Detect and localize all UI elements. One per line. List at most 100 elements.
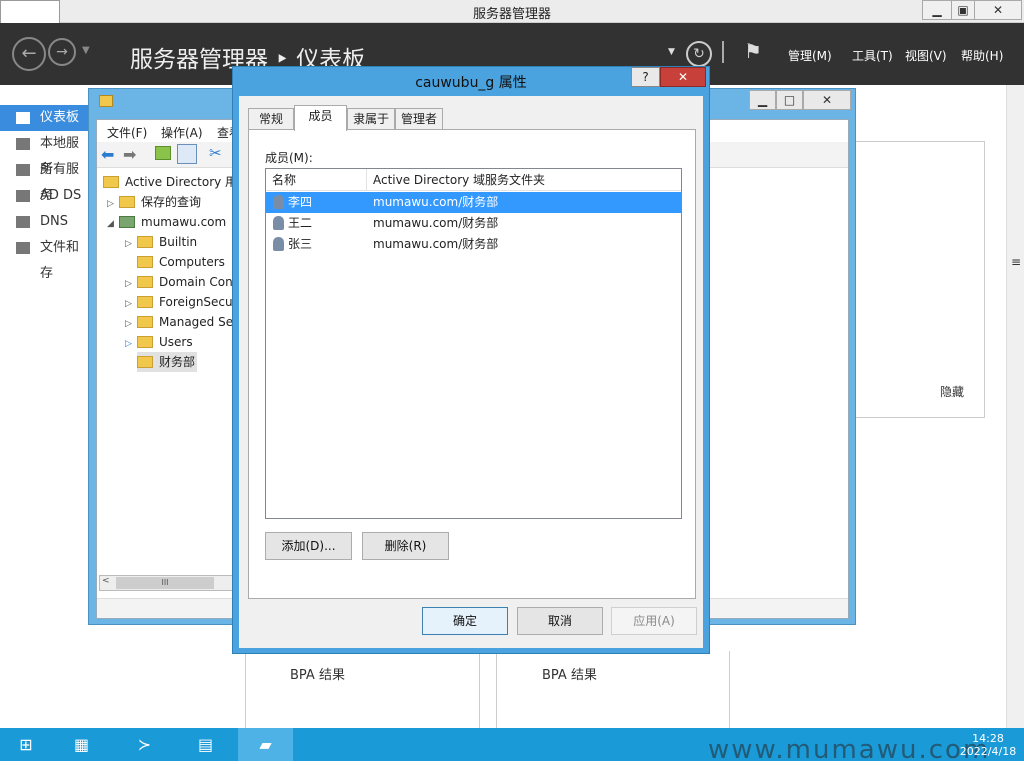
expand-icon[interactable]: ▷: [125, 314, 137, 334]
tree-computers[interactable]: Computers: [137, 252, 225, 272]
member-name-cell: 王二: [273, 213, 312, 234]
bpa-results-1[interactable]: BPA 结果: [290, 664, 345, 683]
dns-icon: [16, 216, 30, 228]
folder-icon: [137, 236, 153, 248]
expand-icon[interactable]: ▷: [125, 334, 137, 354]
expand-icon[interactable]: ▷: [125, 234, 137, 254]
dropdown-icon[interactable]: ▼: [668, 47, 675, 57]
aduc-taskbar-icon[interactable]: ▰: [238, 728, 293, 761]
bpa-results-2[interactable]: BPA 结果: [542, 664, 597, 683]
dialog-close-button[interactable]: ✕: [660, 67, 706, 87]
aduc-minimize-button[interactable]: ▁: [749, 90, 776, 110]
column-folder[interactable]: Active Directory 域服务文件夹: [367, 169, 681, 191]
column-name[interactable]: 名称: [266, 169, 367, 191]
nav-dns[interactable]: DNS: [0, 209, 90, 235]
close-button[interactable]: ✕: [974, 0, 1022, 20]
menu-action[interactable]: 操作(A): [161, 124, 203, 141]
tree-finance-ou[interactable]: 财务部: [137, 352, 198, 372]
nav-ad-ds[interactable]: AD DS: [0, 183, 90, 209]
tree-domain-controllers[interactable]: ▷ Domain Con: [125, 272, 233, 292]
separator: [722, 41, 724, 63]
tree-managed-service[interactable]: ▷ Managed Se: [125, 312, 233, 332]
nav-local-server[interactable]: 本地服务: [0, 131, 90, 177]
clock-time: 14:28: [972, 732, 1004, 745]
nav-all-servers[interactable]: 所有服务: [0, 157, 90, 203]
ok-button[interactable]: 确定: [422, 607, 508, 635]
apply-button[interactable]: 应用(A): [611, 607, 697, 635]
tree-horizontal-scrollbar[interactable]: < III: [99, 575, 239, 591]
list-row[interactable]: 王二 mumawu.com/财务部: [266, 213, 681, 234]
ou-folder-icon: [137, 276, 153, 288]
taskbar-clock[interactable]: 14:28 2022/4/18: [958, 732, 1018, 758]
add-member-button[interactable]: 添加(D)...: [265, 532, 352, 560]
member-folder-cell: mumawu.com/财务部: [373, 195, 499, 209]
expand-icon[interactable]: ▷: [125, 294, 137, 314]
collapse-icon[interactable]: ◢: [107, 214, 119, 234]
window-title: 服务器管理器: [472, 7, 551, 22]
members-label: 成员(M):: [265, 151, 313, 165]
refresh-icon[interactable]: ↻: [686, 41, 712, 67]
aduc-close-button[interactable]: ✕: [803, 90, 851, 110]
dashboard-icon: [16, 112, 30, 124]
nav-dashboard[interactable]: 仪表板: [0, 105, 90, 131]
scroll-left-icon[interactable]: <: [102, 576, 110, 586]
restore-button[interactable]: ▣: [951, 0, 975, 20]
local-server-icon: [16, 138, 30, 150]
tab-members[interactable]: 成员: [294, 105, 347, 131]
cut-icon[interactable]: ✂: [209, 144, 222, 162]
forward-icon[interactable]: →: [48, 38, 76, 66]
back-arrow-icon[interactable]: ⬅: [101, 145, 114, 164]
aduc-maximize-button[interactable]: □: [776, 90, 803, 110]
expand-icon[interactable]: ▷: [107, 194, 119, 214]
user-icon: [273, 195, 284, 209]
start-windows-icon[interactable]: ⊞: [0, 728, 52, 761]
menu-help[interactable]: 帮助(H): [961, 47, 1003, 64]
tree-users[interactable]: ▷ Users: [125, 332, 193, 352]
tree-builtin[interactable]: ▷ Builtin: [125, 232, 197, 252]
show-console-tree-icon[interactable]: [177, 144, 197, 164]
cancel-button[interactable]: 取消: [517, 607, 603, 635]
tab-general[interactable]: 常规: [248, 108, 294, 130]
history-dropdown-icon[interactable]: ▼: [82, 45, 90, 56]
bpa-area: [245, 651, 730, 728]
member-folder-cell: mumawu.com/财务部: [373, 237, 499, 251]
member-name-cell: 李四: [273, 192, 312, 213]
remove-member-button[interactable]: 删除(R): [362, 532, 449, 560]
menu-tools[interactable]: 工具(T): [852, 47, 893, 64]
tree-saved-queries[interactable]: ▷ 保存的查询: [107, 192, 201, 212]
server-manager-titlebar: 服务器管理器 ▁ ▣ ✕: [0, 0, 1024, 23]
tree-root[interactable]: Active Directory 用户: [103, 172, 242, 192]
tree-foreign-security[interactable]: ▷ ForeignSecu: [125, 292, 233, 312]
menu-manage[interactable]: 管理(M): [788, 47, 832, 64]
members-list[interactable]: 名称 Active Directory 域服务文件夹 李四 mumawu.com…: [265, 168, 682, 519]
scroll-thumb[interactable]: III: [116, 577, 214, 589]
aduc-app-icon: [99, 95, 113, 107]
scroll-grip-icon: ≡: [1011, 255, 1022, 269]
up-folder-icon[interactable]: [155, 146, 171, 160]
nav-file-storage[interactable]: 文件和存: [0, 235, 90, 281]
folder-icon: [103, 176, 119, 188]
folder-icon: [137, 336, 153, 348]
folder-icon: [119, 196, 135, 208]
menu-file[interactable]: 文件(F): [107, 124, 147, 141]
hide-link[interactable]: 隐藏: [940, 383, 964, 400]
forward-arrow-icon[interactable]: ➡: [123, 145, 136, 164]
list-row[interactable]: 张三 mumawu.com/财务部: [266, 234, 681, 255]
dialog-body: 常规 成员 隶属于 管理者 成员(M): 名称 Active Directory…: [239, 96, 703, 648]
tree-domain[interactable]: ◢ mumawu.com: [107, 212, 226, 232]
file-explorer-icon[interactable]: ▤: [178, 728, 233, 761]
menu-view[interactable]: 视图(V): [905, 47, 947, 64]
help-button[interactable]: ?: [631, 67, 660, 87]
properties-dialog: cauwubu_g 属性 ? ✕ 常规 成员 隶属于 管理者 成员(M): 名称…: [232, 66, 710, 654]
server-manager-taskbar-icon[interactable]: ▦: [54, 728, 109, 761]
tab-managed-by[interactable]: 管理者: [395, 108, 443, 130]
minimize-button[interactable]: ▁: [922, 0, 952, 20]
tab-member-of[interactable]: 隶属于: [347, 108, 395, 130]
expand-icon[interactable]: ▷: [125, 274, 137, 294]
page-scrollbar[interactable]: ≡: [1006, 85, 1024, 728]
notifications-flag-icon[interactable]: ⚑: [744, 39, 762, 63]
back-icon[interactable]: ←: [12, 37, 46, 71]
powershell-icon[interactable]: ≻: [117, 728, 172, 761]
clock-date: 2022/4/18: [959, 745, 1017, 758]
list-row[interactable]: 李四 mumawu.com/财务部: [266, 192, 681, 213]
